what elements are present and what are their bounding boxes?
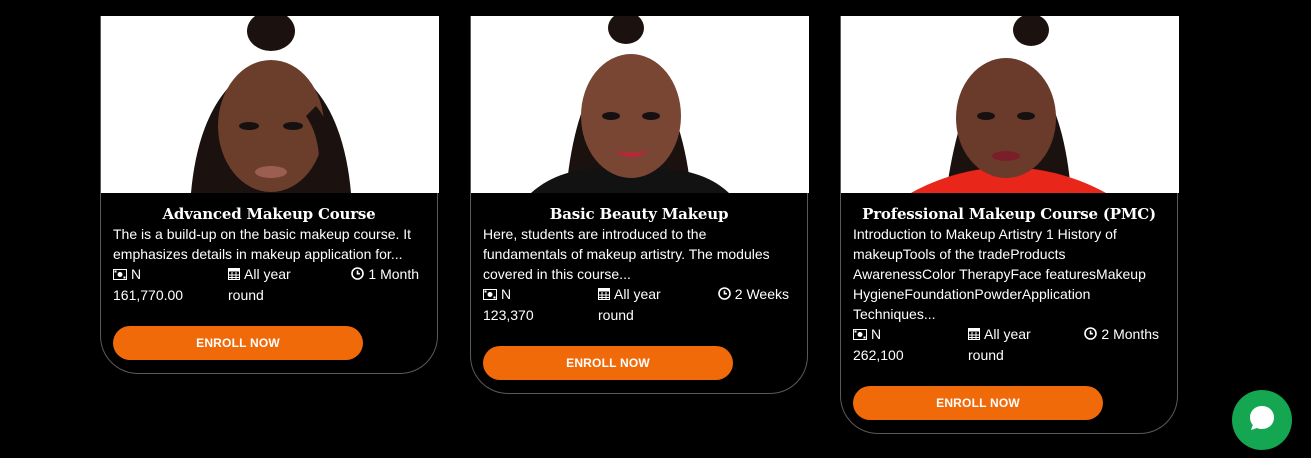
money-icon — [483, 285, 497, 305]
course-price: N 123,370 — [483, 285, 534, 323]
chat-bubble-icon — [1247, 403, 1277, 438]
course-photo — [471, 16, 809, 193]
course-card: Professional Makeup Course (PMC) Introdu… — [840, 16, 1179, 434]
enroll-button[interactable]: ENROLL NOW — [483, 346, 733, 380]
course-description: Here, students are introduced to the fun… — [483, 226, 770, 282]
course-duration: All year round — [968, 325, 1031, 363]
course-length: 2 Weeks — [710, 284, 795, 325]
course-title: Professional Makeup Course (PMC) — [862, 205, 1156, 223]
course-photo — [841, 16, 1179, 193]
course-meta: N 123,370 All year round 2 Weeks — [483, 284, 795, 325]
course-photo — [101, 16, 439, 193]
course-description: Introduction to Makeup Artistry 1 Histor… — [853, 226, 1146, 322]
enroll-button[interactable]: ENROLL NOW — [113, 326, 363, 360]
course-card: Basic Beauty Makeup Here, students are i… — [470, 16, 809, 394]
course-duration: All year round — [228, 265, 291, 303]
clock-icon — [717, 285, 731, 305]
money-icon — [113, 265, 127, 285]
course-price: N 262,100 — [853, 325, 904, 363]
course-title: Advanced Makeup Course — [162, 205, 376, 223]
course-meta: N 161,770.00 All year round 1 Month — [113, 264, 425, 305]
calendar-icon — [228, 265, 240, 285]
course-card: Advanced Makeup Course The is a build-up… — [100, 16, 439, 374]
course-length: 1 Month — [340, 264, 425, 305]
calendar-icon — [598, 285, 610, 305]
course-meta: N 262,100 All year round 2 Months — [853, 324, 1165, 365]
course-duration: All year round — [598, 285, 661, 323]
course-title: Basic Beauty Makeup — [549, 205, 729, 223]
money-icon — [853, 325, 867, 345]
clock-icon — [351, 265, 365, 285]
course-description: The is a build-up on the basic makeup co… — [113, 226, 412, 262]
calendar-icon — [968, 325, 980, 345]
enroll-button[interactable]: ENROLL NOW — [853, 386, 1103, 420]
course-price: N 161,770.00 — [113, 265, 184, 303]
course-length: 2 Months — [1080, 324, 1165, 365]
clock-icon — [1084, 325, 1098, 345]
chat-widget-button[interactable] — [1232, 390, 1292, 450]
